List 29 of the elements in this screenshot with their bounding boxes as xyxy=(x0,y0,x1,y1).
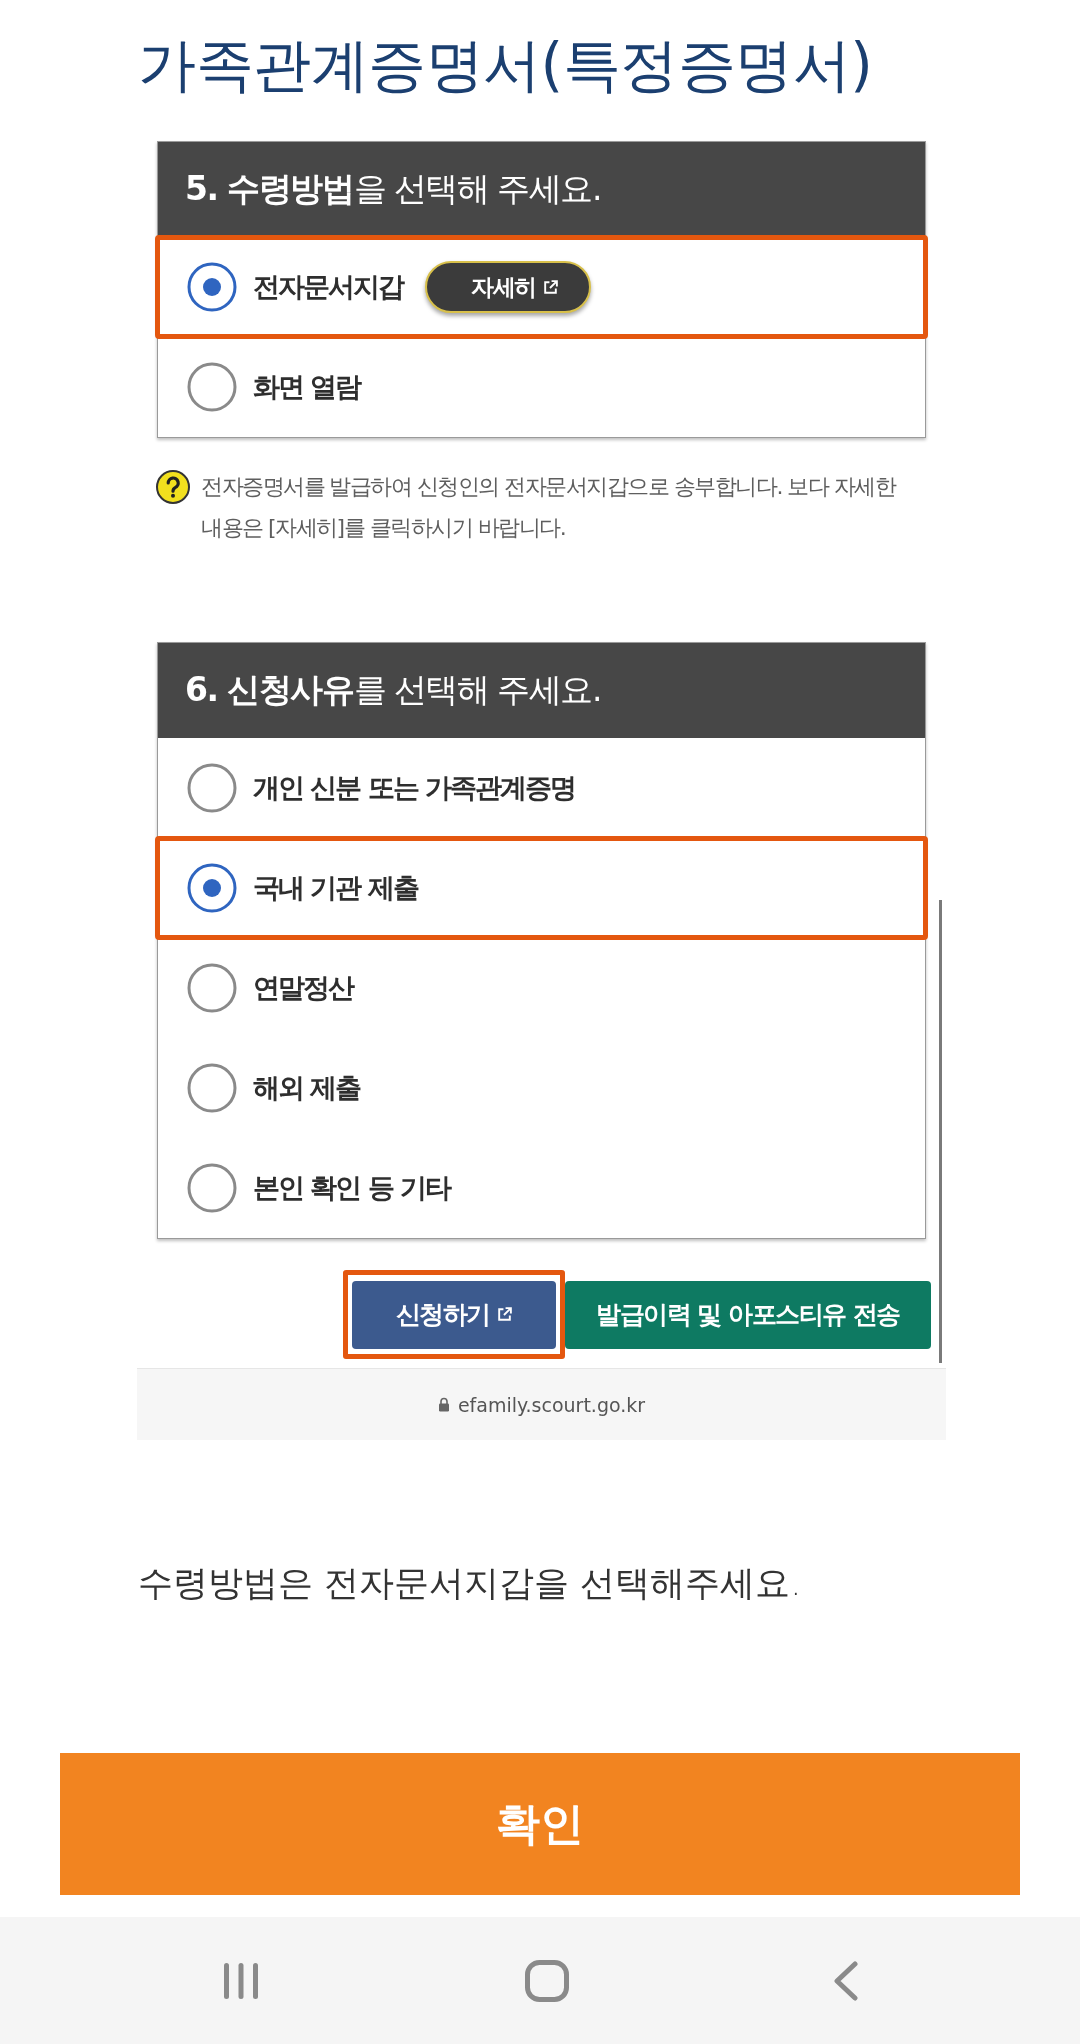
history-button[interactable]: 발급이력 및 아포스티유 전송 xyxy=(565,1280,931,1349)
option-label: 해외 제출 xyxy=(253,1071,361,1105)
radio-button[interactable] xyxy=(187,863,237,913)
url-text: efamily.scourt.go.kr xyxy=(457,1393,646,1416)
radio-button[interactable] xyxy=(187,262,237,312)
detail-button[interactable]: 자세히 xyxy=(425,261,591,313)
apply-button[interactable]: 신청하기 xyxy=(352,1280,556,1349)
radio-button[interactable] xyxy=(187,1063,237,1113)
panel-heading: 6. 신청사유를 선택해 주세요. xyxy=(185,669,601,711)
help-icon xyxy=(155,469,191,505)
radio-button[interactable] xyxy=(187,963,237,1013)
radio-button[interactable] xyxy=(187,362,237,412)
page-title: 가족관계증명서(특정증명서) xyxy=(138,30,874,100)
option-label: 본인 확인 등 기타 xyxy=(253,1171,451,1205)
help-text: 전자증명서를 발급하여 신청인의 전자문서지갑으로 송부합니다. 보다 자세한 내용은 [자세히]를 클릭하시기 바랍니다. xyxy=(201,473,897,542)
instruction-text: 수령방법은 전자문서지갑을 선택해주세요. xyxy=(138,1562,803,1605)
panel-heading: 5. 수령방법을 선택해 주세요. xyxy=(185,168,601,210)
option-label: 화면 열람 xyxy=(253,370,361,404)
home-icon[interactable] xyxy=(525,1959,569,2002)
lock-icon xyxy=(437,1397,450,1412)
option-label: 연말정산 xyxy=(253,971,353,1005)
back-icon[interactable] xyxy=(833,1960,859,2001)
option-label: 개인 신분 또는 가족관계증명 xyxy=(253,771,576,805)
option-label: 전자문서지갑 xyxy=(253,270,403,304)
external-link-icon xyxy=(541,278,559,296)
radio-button[interactable] xyxy=(187,1163,237,1213)
option-label: 국내 기관 제출 xyxy=(253,871,418,905)
recent-apps-icon[interactable] xyxy=(221,1961,261,2000)
radio-button[interactable] xyxy=(187,763,237,813)
